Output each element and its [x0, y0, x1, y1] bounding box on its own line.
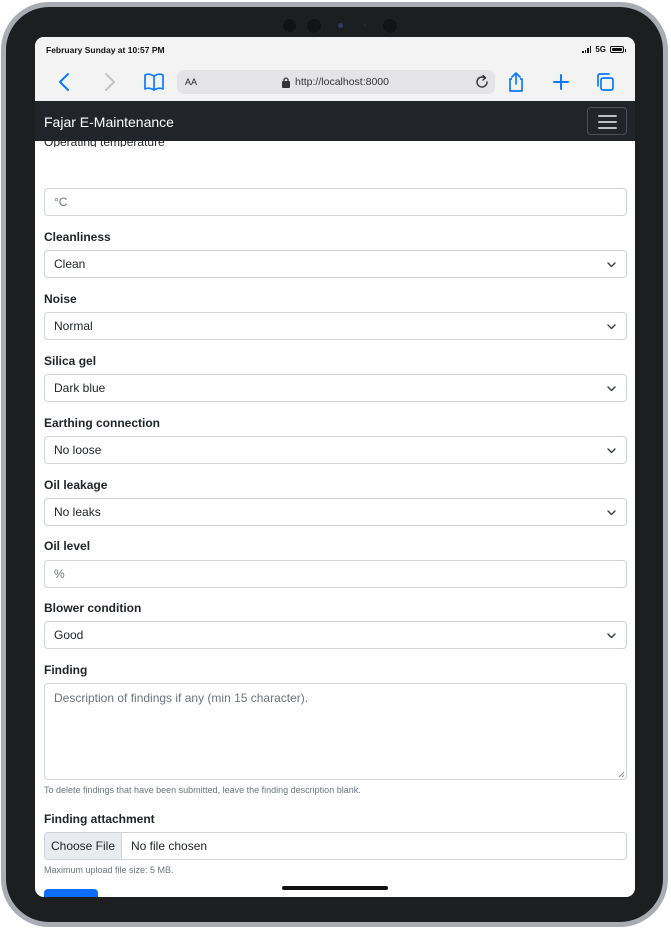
attachment-help-text: Maximum upload file size: 5 MB.: [44, 865, 174, 875]
lock-icon: [282, 77, 290, 88]
forward-icon[interactable]: [97, 70, 121, 94]
cleanliness-label: Cleanliness: [44, 230, 111, 244]
earthing-select[interactable]: No loose: [44, 436, 627, 464]
screen: February Sunday at 10:57 PM 5G AA http:/…: [35, 37, 635, 897]
camera-lens-icon: [338, 23, 343, 28]
file-status: No file chosen: [131, 839, 208, 853]
status-indicators: 5G: [582, 45, 626, 54]
chevron-down-icon: [607, 510, 616, 516]
blower-label: Blower condition: [44, 601, 142, 615]
finding-label: Finding: [44, 663, 88, 677]
back-icon[interactable]: [53, 70, 77, 94]
oil-leakage-value: No leaks: [54, 505, 101, 519]
sensor-icon: [383, 19, 397, 33]
camera-sensors: [283, 19, 403, 33]
chevron-down-icon: [607, 633, 616, 639]
silica-gel-value: Dark blue: [54, 381, 106, 395]
oil-level-input[interactable]: %: [44, 560, 627, 588]
network-type: 5G: [595, 45, 606, 54]
oil-leakage-label: Oil leakage: [44, 478, 108, 492]
oil-leakage-select[interactable]: No leaks: [44, 498, 627, 526]
home-indicator[interactable]: [282, 886, 388, 890]
sensor-icon: [283, 19, 296, 32]
earthing-label: Earthing connection: [44, 416, 161, 430]
share-icon[interactable]: [504, 70, 528, 94]
attachment-file-input[interactable]: Choose File No file chosen: [44, 832, 627, 860]
finding-textarea[interactable]: Description of findings if any (min 15 c…: [44, 683, 627, 780]
cleanliness-value: Clean: [54, 257, 86, 271]
noise-label: Noise: [44, 292, 77, 306]
tabs-icon[interactable]: [593, 70, 617, 94]
submit-button[interactable]: Submit: [44, 889, 98, 897]
menu-toggle-button[interactable]: [587, 107, 627, 135]
temperature-input[interactable]: °C: [44, 188, 627, 216]
resize-handle-icon[interactable]: [617, 770, 625, 778]
blower-value: Good: [54, 628, 84, 642]
chevron-down-icon: [607, 386, 616, 392]
sensor-icon: [363, 24, 366, 27]
signal-icon: [582, 46, 592, 53]
finding-placeholder: Description of findings if any (min 15 c…: [54, 691, 309, 705]
brand-link[interactable]: Fajar E-Maintenance: [44, 114, 174, 130]
silica-gel-select[interactable]: Dark blue: [44, 374, 627, 402]
cleanliness-select[interactable]: Clean: [44, 250, 627, 278]
reload-icon[interactable]: [474, 74, 490, 90]
browser-toolbar: AA http://localhost:8000: [35, 63, 635, 101]
choose-file-button[interactable]: Choose File: [45, 833, 122, 859]
earthing-value: No loose: [54, 443, 102, 457]
status-time: February Sunday at 10:57 PM: [46, 45, 165, 55]
hamburger-icon: [598, 115, 617, 117]
sensor-icon: [307, 19, 321, 33]
battery-icon: [610, 46, 626, 53]
oil-level-label: Oil level: [44, 539, 91, 553]
field-label-cut-off: Operating temperature: [44, 141, 165, 147]
chevron-down-icon: [607, 324, 616, 330]
chevron-down-icon: [607, 262, 616, 268]
new-tab-icon[interactable]: [549, 70, 573, 94]
address-bar[interactable]: AA http://localhost:8000: [177, 70, 495, 94]
bookmarks-icon[interactable]: [142, 70, 166, 94]
blower-select[interactable]: Good: [44, 621, 627, 649]
noise-select[interactable]: Normal: [44, 312, 627, 340]
form-content: Operating temperature °C Cleanliness Cle…: [35, 141, 635, 897]
silica-gel-label: Silica gel: [44, 354, 97, 368]
url-text: http://localhost:8000: [295, 76, 389, 88]
status-bar: February Sunday at 10:57 PM 5G: [35, 37, 635, 63]
chevron-down-icon: [607, 448, 616, 454]
noise-value: Normal: [54, 319, 93, 333]
app-navbar: Fajar E-Maintenance: [35, 101, 635, 141]
attachment-label: Finding attachment: [44, 812, 155, 826]
finding-help-text: To delete findings that have been submit…: [44, 785, 361, 795]
text-size-button[interactable]: AA: [185, 77, 197, 87]
